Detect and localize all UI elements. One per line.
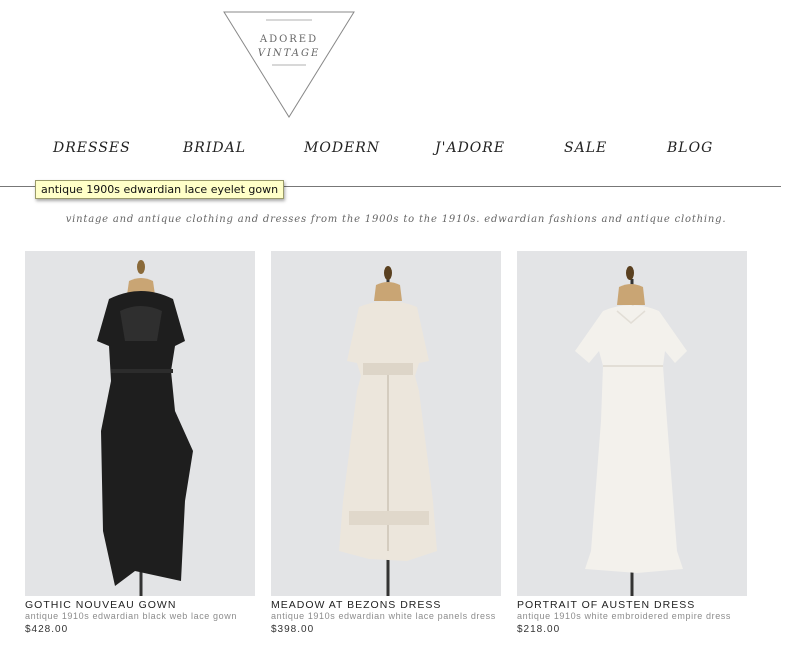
brand-line2: VINTAGE [258,48,321,59]
product-image[interactable] [271,251,501,596]
product-price: $218.00 [517,624,561,635]
brand-logo[interactable]: ADORED VINTAGE [222,10,356,120]
product-description: antique 1910s edwardian black web lace g… [25,611,237,621]
product-price: $428.00 [25,624,69,635]
nav-item-modern[interactable]: MODERN [304,140,380,156]
product-price: $398.00 [271,624,315,635]
product-name[interactable]: MEADOW AT BEZONS DRESS [271,599,501,611]
product-card[interactable]: MEADOW AT BEZONS DRESS antique 1910s edw… [271,251,501,635]
nav-item-blog[interactable]: BLOG [667,140,713,156]
product-image[interactable] [517,251,747,596]
product-image[interactable] [25,251,255,596]
product-card[interactable]: PORTRAIT OF AUSTEN DRESS antique 1910s w… [517,251,747,635]
tagline: vintage and antique clothing and dresses… [65,214,727,225]
product-description: antique 1910s white embroidered empire d… [517,611,732,621]
brand-line1: ADORED [259,34,318,45]
nav-item-jadore[interactable]: J'ADORE [435,140,505,156]
tooltip: antique 1900s edwardian lace eyelet gown [35,180,285,199]
nav-item-bridal[interactable]: BRIDAL [183,140,246,156]
product-name[interactable]: GOTHIC NOUVEAU GOWN [25,599,255,611]
product-description: antique 1910s edwardian white lace panel… [271,611,496,621]
main-nav: DRESSES BRIDAL MODERN J'ADORE SALE BLOG [0,140,792,164]
product-name[interactable]: PORTRAIT OF AUSTEN DRESS [517,599,747,611]
nav-item-sale[interactable]: SALE [564,140,607,156]
product-card[interactable]: GOTHIC NOUVEAU GOWN antique 1910s edward… [25,251,255,635]
nav-item-dresses[interactable]: DRESSES [53,140,131,156]
